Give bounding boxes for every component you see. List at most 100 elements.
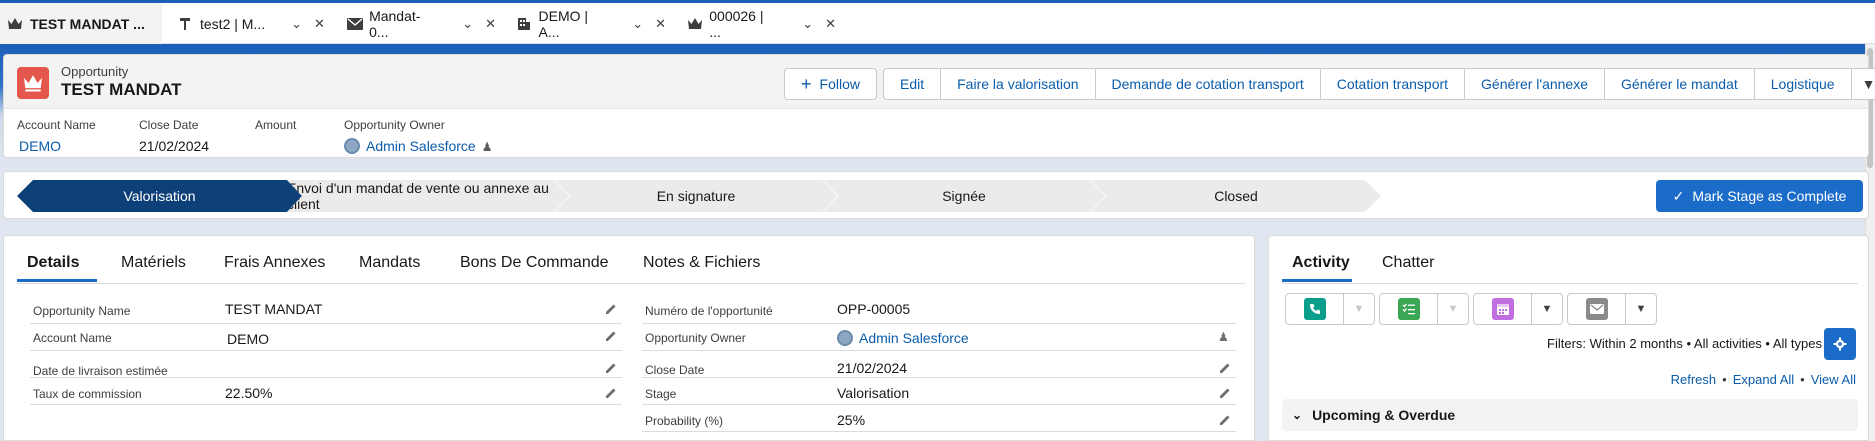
- field-value: 25%: [837, 412, 866, 428]
- field-label: Close Date: [645, 363, 705, 377]
- field-label: Account Name: [33, 331, 112, 345]
- path-step-en-signature[interactable]: En signature: [555, 180, 837, 212]
- path-step-closed[interactable]: Closed: [1091, 180, 1381, 212]
- tab-frais-annexes[interactable]: Frais Annexes: [224, 254, 325, 272]
- pencil-icon[interactable]: [604, 386, 618, 400]
- crown-icon: [6, 15, 24, 33]
- mark-stage-complete-label: Mark Stage as Complete: [1692, 188, 1847, 204]
- owner-link[interactable]: Admin Salesforce: [859, 330, 969, 346]
- field-account-name: Account Name DEMO: [30, 324, 622, 351]
- action-button-group: Edit Faire la valorisation Demande de co…: [883, 68, 1875, 100]
- chevron-down-icon: ⌄: [1292, 408, 1303, 422]
- workspace-tab-mandat[interactable]: Mandat-0... ⌄ ✕: [346, 3, 496, 44]
- gear-icon: [1833, 337, 1847, 351]
- active-tab-indicator: [1282, 279, 1352, 282]
- task-icon: [1397, 298, 1420, 320]
- email-button[interactable]: [1568, 294, 1626, 324]
- generer-mandat-button[interactable]: Générer le mandat: [1605, 69, 1755, 99]
- sales-path: Valorisation Envoi d'un mandat de vente …: [3, 171, 1869, 219]
- account-link[interactable]: DEMO: [227, 331, 269, 347]
- close-icon[interactable]: ✕: [655, 16, 666, 32]
- field-label: Probability (%): [645, 414, 724, 428]
- filter-settings-button[interactable]: [1824, 328, 1856, 360]
- chevron-down-icon[interactable]: ▼: [1532, 294, 1562, 324]
- generer-annexe-button[interactable]: Générer l'annexe: [1465, 69, 1606, 99]
- field-opportunity-owner: Opportunity Owner Admin Salesforce ♟: [642, 324, 1236, 351]
- field-label: Date de livraison estimée: [33, 364, 168, 378]
- pencil-icon[interactable]: [604, 329, 618, 343]
- expand-all-link[interactable]: Expand All: [1733, 372, 1794, 387]
- chevron-down-icon: ▼: [1353, 303, 1365, 315]
- chevron-down-icon[interactable]: ▼: [1626, 294, 1656, 324]
- path-step-envoi-mandat[interactable]: Envoi d'un mandat de vente ou annexe au …: [287, 180, 569, 212]
- refresh-link[interactable]: Refresh: [1671, 372, 1717, 387]
- tab-activity[interactable]: Activity: [1292, 254, 1350, 272]
- demande-cotation-transport-button[interactable]: Demande de cotation transport: [1096, 69, 1321, 99]
- tab-notes-fichiers[interactable]: Notes & Fichiers: [643, 254, 760, 272]
- new-task-publisher: ▼: [1379, 293, 1469, 325]
- chevron-down-icon[interactable]: ⌄: [291, 16, 302, 32]
- account-link[interactable]: DEMO: [17, 138, 96, 154]
- pencil-icon[interactable]: [604, 302, 618, 316]
- tool-icon: [176, 15, 194, 33]
- upcoming-overdue-label: Upcoming & Overdue: [1312, 407, 1456, 423]
- change-owner-icon[interactable]: ♟: [482, 140, 493, 154]
- log-call-button[interactable]: [1286, 294, 1344, 324]
- upcoming-overdue-section[interactable]: ⌄ Upcoming & Overdue: [1282, 399, 1858, 431]
- chevron-down-icon: ▼: [1447, 303, 1459, 315]
- field-label: Stage: [645, 387, 677, 401]
- workspace-tab-label: Mandat-0...: [369, 7, 421, 40]
- pencil-icon[interactable]: [1218, 413, 1232, 427]
- new-event-publisher: ▼: [1473, 293, 1563, 325]
- tab-chatter[interactable]: Chatter: [1382, 254, 1434, 272]
- highlight-owner: Opportunity Owner Admin Salesforce ♟: [344, 118, 492, 154]
- close-icon[interactable]: ✕: [485, 16, 496, 32]
- more-actions-button[interactable]: ▼: [1852, 69, 1875, 99]
- field-numero-opportunite: Numéro de l'opportunité OPP-00005: [642, 297, 1236, 324]
- field-value: TEST MANDAT: [225, 301, 323, 317]
- view-all-link[interactable]: View All: [1811, 372, 1856, 387]
- plus-icon: +: [801, 74, 812, 94]
- activity-filters-text: Filters: Within 2 months • All activitie…: [1547, 336, 1822, 351]
- avatar: [837, 330, 853, 346]
- field-stage: Stage Valorisation: [642, 378, 1236, 405]
- new-event-button[interactable]: [1474, 294, 1532, 324]
- pencil-icon[interactable]: [604, 361, 618, 375]
- owner-link[interactable]: Admin Salesforce: [366, 138, 476, 154]
- tab-materiels[interactable]: Matériels: [121, 254, 186, 272]
- workspace-tab-test-mandat[interactable]: TEST MANDAT ...: [0, 0, 162, 44]
- follow-button[interactable]: + Follow: [784, 68, 877, 100]
- record-header: Opportunity TEST MANDAT + Follow Edit Fa…: [3, 54, 1875, 158]
- path-step-valorisation[interactable]: Valorisation: [17, 180, 302, 212]
- workspace-tab-test2[interactable]: test2 | M... ⌄ ✕: [176, 3, 326, 44]
- path-step-signee[interactable]: Signée: [823, 180, 1105, 212]
- close-icon[interactable]: ✕: [314, 16, 325, 32]
- close-icon[interactable]: ✕: [825, 16, 836, 32]
- chevron-down-icon[interactable]: ⌄: [462, 16, 473, 32]
- edit-button[interactable]: Edit: [884, 69, 942, 99]
- cotation-transport-button[interactable]: Cotation transport: [1321, 69, 1466, 99]
- change-owner-icon[interactable]: ♟: [1218, 330, 1232, 344]
- pencil-icon[interactable]: [1218, 386, 1232, 400]
- chevron-down-icon[interactable]: ⌄: [802, 16, 813, 32]
- workspace-tab-demo[interactable]: DEMO | A... ⌄ ✕: [516, 3, 666, 44]
- workspace-tab-label: DEMO | A...: [538, 7, 589, 40]
- workspace-tab-label: test2 | M...: [200, 15, 266, 32]
- logistique-button[interactable]: Logistique: [1755, 69, 1852, 99]
- field-probability: Probability (%) 25%: [642, 405, 1236, 432]
- tab-mandats[interactable]: Mandats: [359, 254, 420, 272]
- tab-bons-de-commande[interactable]: Bons De Commande: [460, 254, 609, 272]
- mark-stage-complete-button[interactable]: ✓ Mark Stage as Complete: [1656, 180, 1863, 212]
- tab-details[interactable]: Details: [27, 254, 79, 272]
- pencil-icon[interactable]: [1218, 361, 1232, 375]
- field-value: Admin Salesforce: [837, 330, 969, 346]
- faire-la-valorisation-button[interactable]: Faire la valorisation: [941, 69, 1096, 99]
- chevron-down-icon[interactable]: ⌄: [632, 16, 643, 32]
- new-task-button[interactable]: [1380, 294, 1438, 324]
- highlight-label: Amount: [255, 118, 297, 132]
- email-icon: [1585, 298, 1608, 320]
- highlight-close-date: Close Date 21/02/2024: [139, 118, 209, 154]
- avatar: [344, 138, 360, 154]
- detail-tabs: Details Matériels Frais Annexes Mandats …: [17, 236, 1245, 284]
- workspace-tab-000026[interactable]: 000026 | ... ⌄ ✕: [686, 3, 836, 44]
